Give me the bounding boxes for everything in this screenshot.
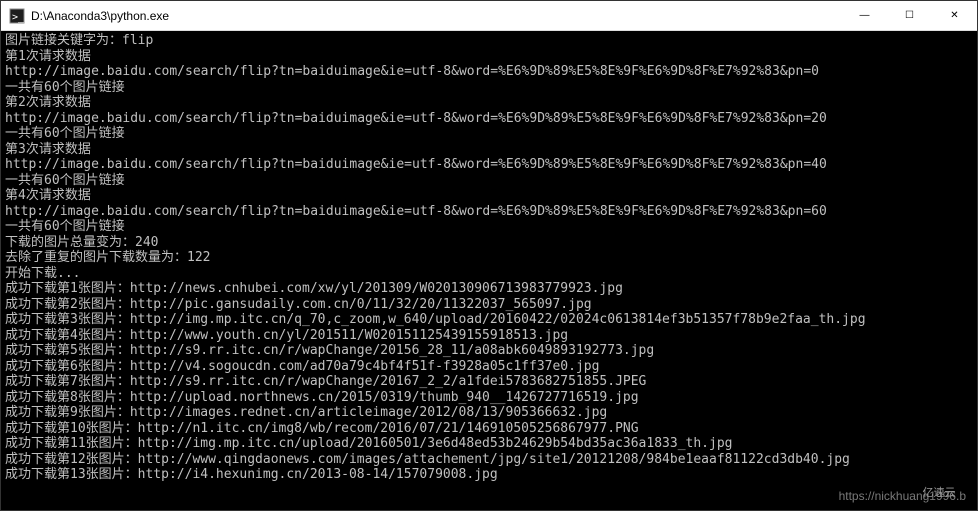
terminal-line: 一共有60个图片链接 [5,173,973,189]
terminal-line: 成功下载第7张图片：http://s9.rr.itc.cn/r/wapChang… [5,374,973,390]
terminal-line: 下载的图片总量变为：240 [5,235,973,251]
terminal-line: 成功下载第13张图片：http://i4.hexunimg.cn/2013-08… [5,467,973,483]
terminal-line: http://image.baidu.com/search/flip?tn=ba… [5,64,973,80]
terminal-line: 成功下载第8张图片：http://upload.northnews.cn/201… [5,390,973,406]
terminal-line: 成功下载第11张图片：http://img.mp.itc.cn/upload/2… [5,436,973,452]
terminal-line: 成功下载第6张图片：http://v4.sogoucdn.com/ad70a79… [5,359,973,375]
terminal-line: 一共有60个图片链接 [5,126,973,142]
terminal-line: 一共有60个图片链接 [5,80,973,96]
application-window: >_ D:\Anaconda3\python.exe — ☐ ✕ 图片链接关键字… [0,0,978,511]
terminal-line: 成功下载第3张图片：http://img.mp.itc.cn/q_70,c_zo… [5,312,973,328]
terminal-line: http://image.baidu.com/search/flip?tn=ba… [5,111,973,127]
terminal-line: http://image.baidu.com/search/flip?tn=ba… [5,204,973,220]
terminal-line: 成功下载第5张图片：http://s9.rr.itc.cn/r/wapChang… [5,343,973,359]
terminal-line: 成功下载第12张图片：http://www.qingdaonews.com/im… [5,452,973,468]
window-title: D:\Anaconda3\python.exe [31,9,842,23]
close-button[interactable]: ✕ [932,1,977,30]
terminal-line: 第1次请求数据 [5,49,973,65]
minimize-button[interactable]: — [842,1,887,30]
terminal-line: 一共有60个图片链接 [5,219,973,235]
terminal-line: 图片链接关键字为：flip [5,33,973,49]
terminal-line: 第4次请求数据 [5,188,973,204]
svg-text:>_: >_ [12,12,25,23]
app-icon: >_ [9,8,25,24]
terminal-output[interactable]: 图片链接关键字为：flip第1次请求数据http://image.baidu.c… [1,31,977,510]
terminal-line: 成功下载第1张图片：http://news.cnhubei.com/xw/yl/… [5,281,973,297]
terminal-line: 成功下载第2张图片：http://pic.gansudaily.com.cn/0… [5,297,973,313]
terminal-line: 成功下载第10张图片：http://n1.itc.cn/img8/wb/reco… [5,421,973,437]
maximize-button[interactable]: ☐ [887,1,932,30]
terminal-line: 第3次请求数据 [5,142,973,158]
terminal-line: 开始下载... [5,266,973,282]
terminal-line: 成功下载第4张图片：http://www.youth.cn/yl/201511/… [5,328,973,344]
terminal-line: 第2次请求数据 [5,95,973,111]
watermark-brand: 亿速云 [904,477,974,507]
titlebar[interactable]: >_ D:\Anaconda3\python.exe — ☐ ✕ [1,1,977,31]
terminal-line: 成功下载第9张图片：http://images.rednet.cn/articl… [5,405,973,421]
terminal-line: http://image.baidu.com/search/flip?tn=ba… [5,157,973,173]
terminal-line: 去除了重复的图片下载数量为：122 [5,250,973,266]
window-controls: — ☐ ✕ [842,1,977,30]
